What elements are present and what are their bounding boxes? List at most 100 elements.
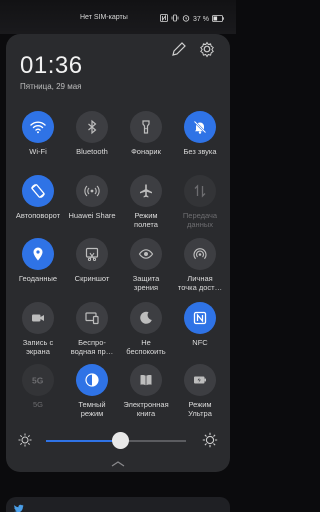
tile-toggle[interactable] [184,364,216,396]
tile-toggle[interactable] [76,302,108,334]
quick-tile-auto-rotate[interactable]: Автоповорот [8,175,68,220]
battery-percent: 37 % [193,15,209,23]
brightness-slider[interactable] [46,432,186,449]
wireless-projection-icon [84,310,100,326]
tile-label: Bluetooth [76,147,108,156]
bell-off-icon [192,119,208,135]
tile-label: Не беспокоить [126,338,166,356]
tile-label: Скриншот [74,274,110,283]
quick-tile-huawei-share[interactable]: Huawei Share [62,175,122,220]
tile-toggle[interactable] [76,175,108,207]
brightness-fill [46,440,121,442]
tile-toggle[interactable] [76,364,108,396]
brightness-low-icon [17,432,33,448]
tile-label: Автоповорот [15,211,61,220]
collapse-chevron-icon[interactable] [110,455,126,467]
quick-tile-wifi[interactable]: Wi-Fi [8,111,68,156]
settings-gear-icon[interactable] [198,40,216,58]
quick-tile-airplane[interactable]: Режим полета [116,175,176,229]
tile-label: Геоданные [18,274,58,283]
tile-label: 5G [32,400,43,409]
tile-label: Режим Ультра [188,400,212,418]
tile-label: Личная точка дост… [177,274,223,292]
quick-tile-screenshot[interactable]: Скриншот [62,238,122,283]
carrier-text: Нет SIM-карты [80,14,128,21]
quick-tile-mobile-data[interactable]: Передача данных [170,175,230,229]
battery-ultra-icon [192,372,208,388]
location-icon [30,246,46,262]
tile-toggle[interactable] [76,111,108,143]
tile-toggle[interactable] [22,175,54,207]
edit-icon[interactable] [170,40,188,58]
quick-tile-wireless-projection[interactable]: Беспро- водная пр… [62,302,122,356]
twitter-icon [14,500,24,512]
tile-toggle[interactable]: 5G [22,364,54,396]
clock: 01:36 [20,52,83,79]
tile-label: Передача данных [182,211,218,229]
quick-tile-bluetooth[interactable]: Bluetooth [62,111,122,156]
huawei-share-icon [84,183,100,199]
tile-label: Запись с экрана [22,338,54,356]
tile-label: Без звука [183,147,217,156]
quick-tile-location[interactable]: Геоданные [8,238,68,283]
date: Пятница, 29 мая [20,82,82,91]
tile-toggle[interactable] [130,364,162,396]
tile-toggle[interactable] [76,238,108,270]
quick-tile-nfc[interactable]: NFC [170,302,230,347]
quick-tile-flashlight[interactable]: Фонарик [116,111,176,156]
tile-label: Режим полета [134,211,158,229]
notification-strip[interactable] [6,497,230,512]
quick-tile-bell-off[interactable]: Без звука [170,111,230,156]
tile-toggle[interactable] [184,111,216,143]
quick-tile-screen-record[interactable]: Запись с экрана [8,302,68,356]
auto-rotate-icon [29,182,47,200]
tile-label: Защита зрения [132,274,160,292]
ebook-icon [138,372,154,388]
tile-toggle[interactable] [184,302,216,334]
moon-icon [138,310,154,326]
bluetooth-icon [84,119,100,135]
quick-tile-hotspot[interactable]: Личная точка дост… [170,238,230,292]
tile-label: Беспро- водная пр… [70,338,114,356]
tile-toggle[interactable] [130,175,162,207]
wifi-icon [29,118,47,136]
tile-label: Huawei Share [68,211,116,220]
nfc-status-icon [160,14,168,24]
screenshot-icon [84,246,100,262]
tile-toggle[interactable] [130,302,162,334]
tile-label: Темный режим [78,400,106,418]
quick-tile-battery-ultra[interactable]: Режим Ультра [170,364,230,418]
vibrate-icon [171,14,179,24]
mobile-data-icon [192,183,208,199]
screen-record-icon [30,310,46,326]
tile-toggle[interactable] [130,238,162,270]
airplane-icon [138,183,154,199]
tile-label: Wi-Fi [29,147,47,156]
tile-toggle[interactable] [184,175,216,207]
tile-toggle[interactable] [22,302,54,334]
quick-tile-ebook[interactable]: Электронная книга [116,364,176,418]
quick-tile-dark-mode[interactable]: Темный режим [62,364,122,418]
battery-icon [212,14,224,24]
quick-tile-5g[interactable]: 5G 5G [8,364,68,409]
quick-tile-moon[interactable]: Не беспокоить [116,302,176,356]
tile-label: NFC [192,338,208,347]
brightness-high-icon [202,432,218,448]
tile-label: Электронная книга [123,400,169,418]
5g-icon: 5G [30,372,46,388]
status-icons: 37 % [160,14,224,24]
nfc-icon [192,310,208,326]
svg-text:5G: 5G [32,376,44,386]
eye-icon [138,246,154,262]
tile-label: Фонарик [131,147,161,156]
quick-tile-eye[interactable]: Защита зрения [116,238,176,292]
hotspot-icon [192,246,208,262]
tile-toggle[interactable] [130,111,162,143]
tile-toggle[interactable] [184,238,216,270]
status-bar: Нет SIM-карты 37 % [0,0,236,34]
dark-mode-icon [83,371,101,389]
alarm-icon [182,14,190,24]
flashlight-icon [138,119,154,135]
tile-toggle[interactable] [22,111,54,143]
tile-toggle[interactable] [22,238,54,270]
